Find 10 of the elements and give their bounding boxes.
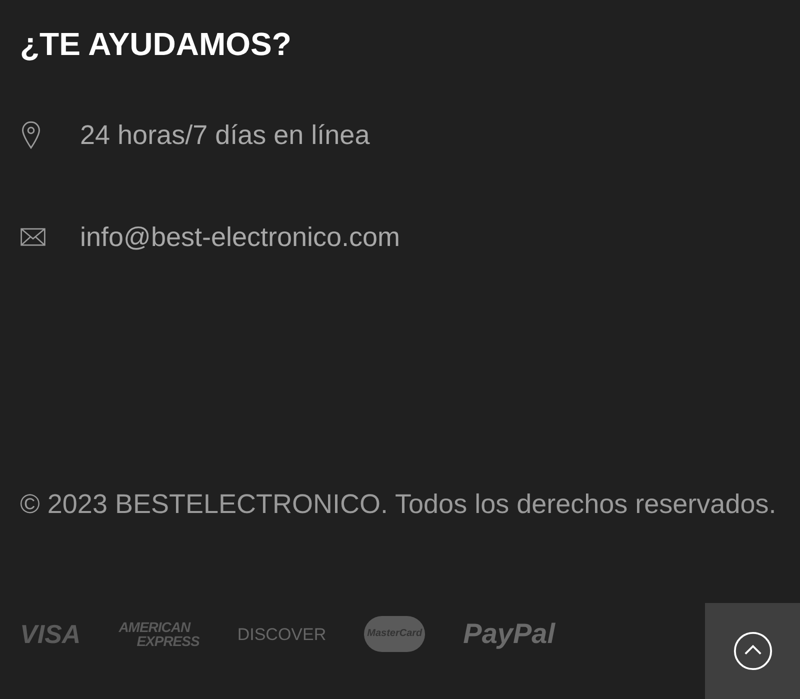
- contact-text: 24 horas/7 días en línea: [80, 120, 370, 150]
- discover-logo: DISCOVER: [237, 626, 326, 642]
- chevron-up-circle-icon: [732, 631, 772, 671]
- amex-logo: AMERICAN EXPRESS: [118, 620, 200, 648]
- email-link[interactable]: info@best-electronico.com: [80, 222, 400, 252]
- scroll-top-button[interactable]: [705, 603, 800, 699]
- paypal-logo: PayPal: [463, 620, 556, 648]
- copyright-text: © 2023 BESTELECTRONICO. Todos los derechos reservados.: [20, 489, 778, 519]
- visa-logo: VISA: [20, 621, 81, 647]
- section-heading: ¿TE AYUDAMOS?: [20, 25, 292, 64]
